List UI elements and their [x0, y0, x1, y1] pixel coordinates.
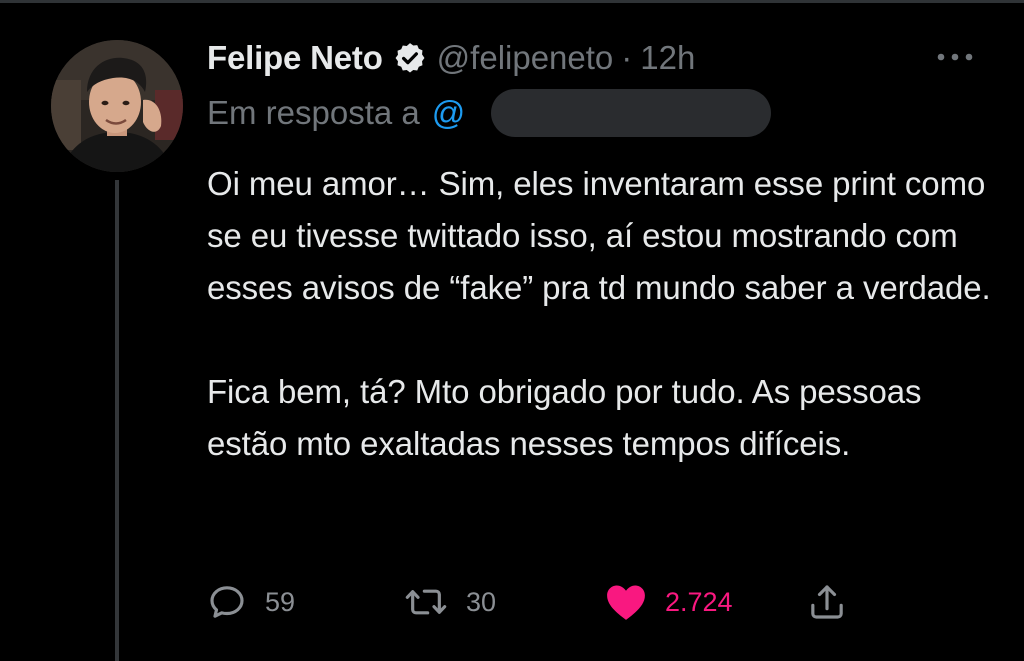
verified-badge-icon	[393, 41, 427, 75]
reply-to-label: Em resposta a	[207, 94, 420, 131]
redacted-username-block	[491, 89, 771, 137]
reply-button[interactable]: 59	[207, 578, 295, 626]
reply-context: Em resposta a @	[207, 90, 465, 136]
tweet-paragraph-2: Fica bem, tá? Mto obrigado por tudo. As …	[207, 373, 922, 462]
retweet-button[interactable]: 30	[404, 578, 496, 626]
tweet-header: Felipe Neto @felipeneto · 12h	[207, 36, 695, 80]
tweet-action-bar: 59 30 2.724	[207, 578, 867, 626]
more-dots-icon[interactable]	[935, 50, 975, 64]
like-count: 2.724	[665, 586, 733, 617]
top-divider	[0, 0, 1024, 3]
avatar[interactable]	[51, 40, 183, 172]
user-handle[interactable]: @felipeneto	[437, 39, 614, 77]
retweet-icon	[404, 582, 448, 622]
tweet-body: Oi meu amor… Sim, eles inventaram esse p…	[207, 158, 997, 470]
thread-connector-line	[115, 180, 119, 661]
share-icon	[807, 582, 847, 622]
timestamp[interactable]: 12h	[640, 39, 695, 77]
like-button[interactable]: 2.724	[605, 578, 733, 626]
reply-count: 59	[265, 586, 296, 617]
display-name[interactable]: Felipe Neto	[207, 39, 383, 77]
tweet-paragraph-1: Oi meu amor… Sim, eles inventaram esse p…	[207, 165, 991, 306]
avatar-photo	[51, 40, 183, 172]
reply-to-handle[interactable]: @	[432, 94, 466, 132]
share-button[interactable]	[807, 578, 847, 626]
heart-icon	[605, 582, 647, 622]
reply-bubble-icon	[207, 582, 247, 622]
separator-dot: ·	[621, 39, 633, 76]
retweet-count: 30	[466, 586, 497, 617]
